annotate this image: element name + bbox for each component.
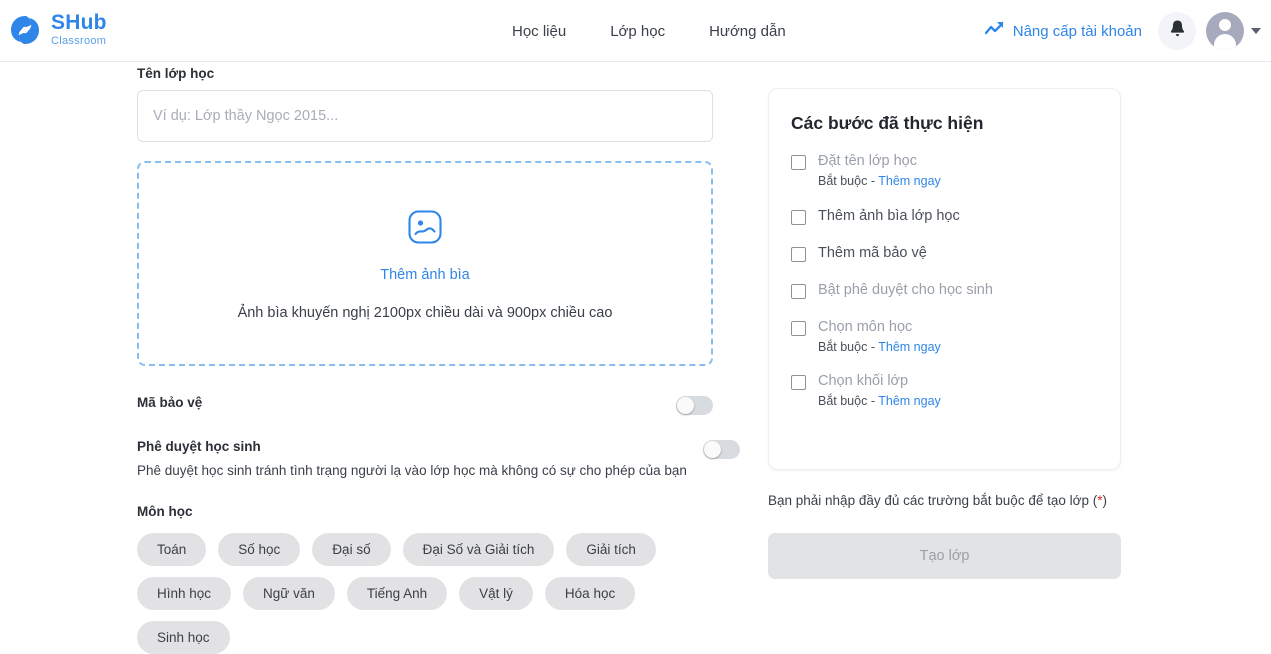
subject-chip-giai-tich[interactable]: Giải tích — [566, 532, 656, 566]
subject-chip-hinh-hoc[interactable]: Hình học — [137, 576, 232, 610]
step-add-now-link[interactable]: Thêm ngay — [878, 394, 941, 408]
nav-item-hoc-lieu[interactable]: Học liệu — [512, 23, 566, 40]
step-add-now-link[interactable]: Thêm ngay — [878, 340, 941, 354]
account-menu[interactable] — [1206, 12, 1261, 50]
subject-chip-sinh-hoc[interactable]: Sinh học — [137, 620, 230, 654]
header-actions: Nâng cấp tài khoản — [984, 0, 1261, 62]
step-label: Bật phê duyệt cho học sinh — [818, 282, 993, 299]
required-fields-note-close: ) — [1102, 493, 1107, 508]
protect-code-label: Mã bảo vệ — [137, 395, 203, 410]
step-checkbox[interactable] — [791, 210, 806, 226]
approve-student-label: Phê duyệt học sinh — [137, 439, 261, 454]
step-label: Thêm mã bảo vệ — [818, 245, 927, 262]
cover-hint-text: Ảnh bìa khuyến nghị 2100px chiều dài và … — [237, 305, 613, 321]
required-fields-note: Bạn phải nhập đầy đủ các trường bắt buộc… — [768, 491, 1121, 512]
brand-logo[interactable]: SHub Classroom — [8, 12, 107, 47]
step-item-bat-phe-duyet-cho-hoc-sinh[interactable]: Bật phê duyệt cho học sinh — [791, 281, 1098, 300]
step-required-note: Bắt buộc - Thêm ngay — [818, 340, 941, 354]
steps-sidebar: Các bước đã thực hiện Đặt tên lớp học Bắ… — [768, 88, 1121, 579]
step-checkbox[interactable] — [791, 247, 806, 263]
nav-item-huong-dan[interactable]: Hướng dẫn — [709, 23, 786, 40]
step-item-them-ma-bao-ve[interactable]: Thêm mã bảo vệ — [791, 244, 1098, 263]
subject-chip-hoa-hoc[interactable]: Hóa học — [544, 576, 636, 610]
main-nav: Học liệu Lớp học Hướng dẫn — [512, 0, 786, 62]
protect-code-row: Mã bảo vệ — [137, 395, 713, 415]
subject-chip-tieng-anh[interactable]: Tiếng Anh — [346, 576, 448, 610]
subject-chip-so-hoc[interactable]: Số học — [218, 532, 301, 566]
step-checkbox[interactable] — [791, 155, 806, 170]
step-label: Đặt tên lớp học — [818, 153, 917, 169]
add-cover-link[interactable]: Thêm ảnh bìa — [380, 267, 469, 283]
approve-student-toggle[interactable] — [703, 440, 740, 459]
notifications-button[interactable] — [1158, 12, 1196, 50]
steps-title: Các bước đã thực hiện — [791, 113, 984, 133]
class-name-label: Tên lớp học — [137, 66, 215, 81]
subject-chip-vat-ly[interactable]: Vật lý — [459, 576, 533, 610]
required-fields-note-text: Bạn phải nhập đầy đủ các trường bắt buộc… — [768, 493, 1098, 508]
step-add-now-link[interactable]: Thêm ngay — [878, 174, 941, 188]
step-item-them-anh-bia-lop-hoc[interactable]: Thêm ảnh bìa lớp học — [791, 207, 1098, 226]
bell-icon — [1169, 19, 1186, 43]
app-header: SHub Classroom Học liệu Lớp học Hướng dẫ… — [0, 0, 1271, 62]
approve-student-row: Phê duyệt học sinh Phê duyệt học sinh tr… — [137, 439, 740, 481]
step-item-chon-khoi-lop[interactable]: Chọn khối lớp Bắt buộc - Thêm ngay — [791, 372, 1098, 408]
protect-code-toggle[interactable] — [676, 396, 713, 415]
completed-steps-card: Các bước đã thực hiện Đặt tên lớp học Bắ… — [768, 88, 1121, 470]
approve-student-description: Phê duyệt học sinh tránh tình trạng ngườ… — [137, 463, 687, 478]
step-item-dat-ten-lop-hoc[interactable]: Đặt tên lớp học Bắt buộc - Thêm ngay — [791, 152, 1098, 188]
step-required-prefix: Bắt buộc - — [818, 393, 879, 408]
subject-chip-toan[interactable]: Toán — [137, 532, 207, 566]
subject-chip-list: Toán Số học Đại số Đại Số và Giải tích G… — [137, 532, 719, 654]
page-content: Tên lớp học Thêm ảnh bìa Ảnh bìa khuyến … — [0, 62, 1271, 654]
step-checkbox[interactable] — [791, 374, 806, 390]
step-checkbox[interactable] — [791, 320, 806, 336]
step-required-note: Bắt buộc - Thêm ngay — [818, 394, 941, 408]
trending-up-icon — [984, 21, 1005, 42]
brand-name: SHub — [51, 11, 107, 34]
step-checkbox[interactable] — [791, 284, 806, 300]
step-label: Thêm ảnh bìa lớp học — [818, 208, 960, 225]
brand-tagline: Classroom — [51, 35, 107, 47]
class-name-input[interactable] — [137, 90, 713, 142]
brand-text: SHub Classroom — [51, 12, 107, 47]
upgrade-account-label: Nâng cấp tài khoản — [1012, 22, 1142, 40]
step-label: Chọn môn học — [818, 318, 913, 335]
step-required-prefix: Bắt buộc - — [818, 174, 879, 189]
cover-upload-dropzone[interactable]: Thêm ảnh bìa Ảnh bìa khuyến nghị 2100px … — [137, 161, 713, 366]
subject-chip-dai-so[interactable]: Đại số — [312, 532, 391, 566]
chevron-down-icon[interactable] — [1251, 28, 1261, 34]
create-class-form: Tên lớp học Thêm ảnh bìa Ảnh bìa khuyến … — [137, 66, 740, 654]
create-class-button[interactable]: Tạo lớp — [768, 532, 1121, 579]
step-required-prefix: Bắt buộc - — [818, 339, 879, 354]
step-label: Chọn khối lớp — [818, 372, 909, 389]
subject-chip-dai-so-va-giai-tich[interactable]: Đại Số và Giải tích — [402, 532, 555, 566]
nav-item-lop-hoc[interactable]: Lớp học — [610, 23, 665, 40]
subject-chip-ngu-van[interactable]: Ngữ văn — [243, 576, 335, 610]
user-avatar-icon[interactable] — [1206, 12, 1244, 50]
step-item-chon-mon-hoc[interactable]: Chọn môn học Bắt buộc - Thêm ngay — [791, 318, 1098, 354]
image-placeholder-icon — [407, 209, 443, 245]
subject-label: Môn học — [137, 503, 193, 519]
upgrade-account-button[interactable]: Nâng cấp tài khoản — [984, 21, 1142, 42]
shub-logo-icon — [8, 13, 42, 47]
step-required-note: Bắt buộc - Thêm ngay — [818, 174, 941, 188]
